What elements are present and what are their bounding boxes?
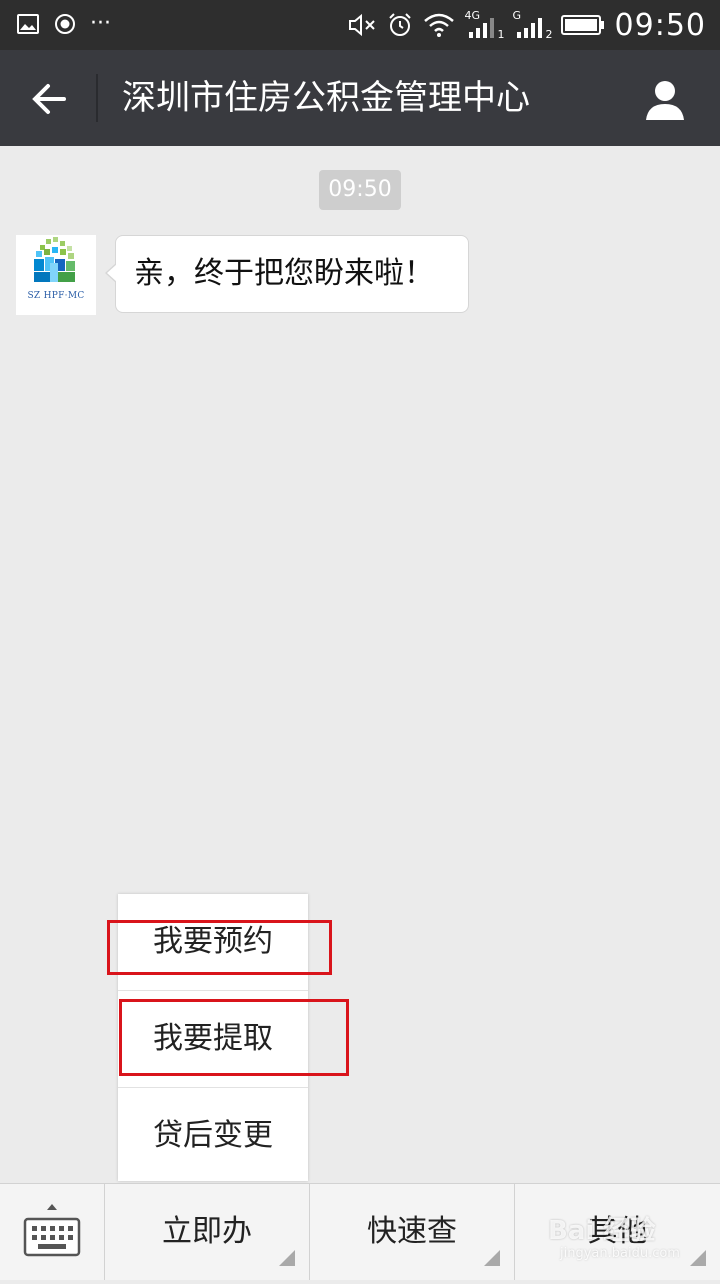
submenu-item-post-loan-change[interactable]: 贷后变更: [118, 1088, 308, 1184]
status-time: 09:50: [614, 7, 706, 43]
battery-icon: [560, 15, 604, 35]
signal-sim-1: 4G 1: [465, 10, 505, 41]
status-bar-right: 4G 1 G 2 09:50: [347, 6, 706, 44]
logo-icon: [34, 237, 75, 282]
watermark-url: jingyan.baidu.com: [560, 1246, 680, 1261]
submenu-indicator-icon: [690, 1250, 706, 1266]
profile-icon: [646, 81, 684, 120]
signal-sim-2: G 2: [513, 10, 553, 41]
keyboard-toggle-button[interactable]: [0, 1184, 104, 1280]
mute-icon: [348, 13, 375, 37]
record-icon: [55, 14, 75, 34]
submenu-indicator-icon: [484, 1250, 500, 1266]
keyboard-icon: [23, 1204, 81, 1257]
avatar[interactable]: SZ HPF·MC: [16, 235, 96, 315]
chat-timestamp: 09:50: [319, 170, 401, 210]
signal-icon: [468, 18, 494, 38]
wifi-icon: [423, 13, 454, 37]
menu-button-do-now[interactable]: 立即办: [104, 1184, 309, 1280]
menu-button-label: 立即办: [162, 1214, 252, 1249]
watermark: Bai 经验: [548, 1216, 656, 1246]
title-divider: [96, 74, 98, 122]
profile-button[interactable]: [642, 76, 688, 122]
status-bar-left: ···: [16, 12, 111, 36]
page-title: 深圳市住房公积金管理中心: [122, 78, 530, 118]
logo-caption: SZ HPF·MC: [27, 291, 85, 301]
highlight-box-appointment: [107, 920, 332, 975]
gallery-icon: [17, 14, 39, 34]
menu-button-quick-query[interactable]: 快速查: [309, 1184, 514, 1280]
alarm-icon: [388, 13, 411, 36]
sim-label-1: 1: [497, 28, 505, 41]
submenu-indicator-icon: [279, 1250, 295, 1266]
message-bubble[interactable]: 亲，终于把您盼来啦！: [105, 235, 469, 313]
sim-label-2: 2: [545, 28, 553, 41]
overflow-indicator: ···: [90, 11, 111, 36]
title-bar: 深圳市住房公积金管理中心: [0, 50, 720, 146]
status-bar: ··· 4G 1 G 2 09:50: [0, 0, 720, 50]
message-text: 亲，终于把您盼来啦！: [134, 256, 434, 291]
highlight-box-withdraw: [119, 999, 349, 1076]
menu-button-label: 快速查: [367, 1214, 457, 1249]
back-arrow-icon: [32, 84, 66, 114]
signal-icon-2: [516, 18, 542, 38]
back-button[interactable]: [26, 76, 72, 122]
